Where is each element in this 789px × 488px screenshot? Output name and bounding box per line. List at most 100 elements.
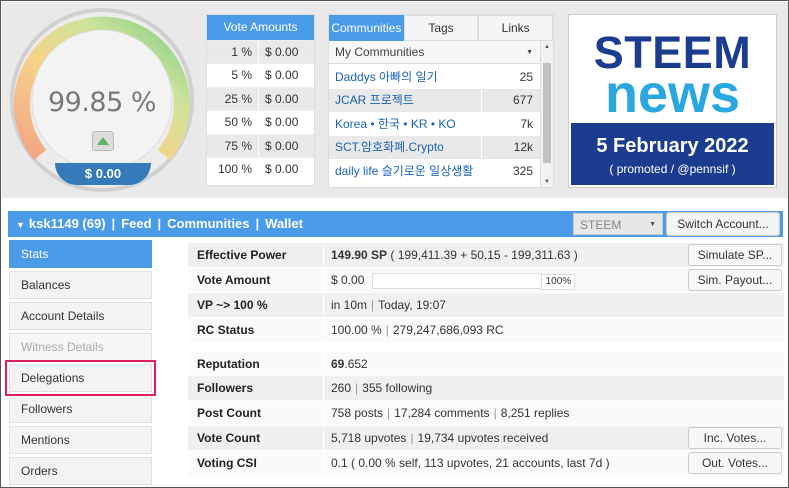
steem-news-banner[interactable]: STEEM news 5 February 2022 ( promoted / … [568,14,777,188]
stat-label: Followers [188,376,324,401]
communities-scrollbar[interactable]: ▲ ▼ [540,41,553,187]
communities-select-value: My Communities [335,45,425,59]
caret-down-icon[interactable]: ▼ [16,220,25,230]
stat-label: Vote Count [188,426,324,451]
simulate-sp-button[interactable]: Simulate SP... [688,244,782,266]
vote-pct: 50 % [207,111,259,134]
community-name[interactable]: Daddys 아빠의 일기 [329,66,481,88]
nav-wallet-link[interactable]: Wallet [265,216,303,231]
scrollbar-thumb[interactable] [543,63,551,163]
community-row[interactable]: JCAR 프로젝트 677 [329,89,541,113]
vote-usd: $ 0.00 [259,134,314,157]
vote-pct: 25 % [207,87,259,111]
stat-label: Reputation [188,351,324,376]
vote-usd: $ 0.00 [265,161,299,176]
vp-eta: in 10m [331,297,368,312]
stat-row-vote-count: Vote Count 5,718 upvotes | 19,734 upvotes … [188,426,784,452]
chain-select[interactable]: STEEM ▼ [573,213,663,235]
sidebar-item-followers[interactable]: Followers [9,395,152,423]
community-count: 325 [481,159,541,182]
communities-select[interactable]: My Communities ▼ [329,41,553,64]
community-row[interactable]: Daddys 아빠의 일기 25 [329,66,541,90]
stat-label: Vote Amount [188,267,324,292]
app-frame: 99.85 % $ 0.00 Vote Amounts 1 % $ 0.00 5 … [0,0,789,488]
community-count: 677 [481,89,541,112]
tab-communities[interactable]: Communities [329,15,404,41]
community-row[interactable]: SCT.암호화폐.Crypto 12k [329,136,541,160]
rc-amount: 279,247,686,093 RC [392,322,504,337]
followers-count[interactable]: 260 [331,381,351,395]
scroll-up-icon[interactable]: ▲ [541,44,553,50]
sidebar-item-stats[interactable]: Stats [9,240,152,268]
community-name[interactable]: daily life 슬기로운 일상생활 [329,160,481,182]
stat-label: RC Status [188,317,324,342]
community-count: 25 [481,66,541,89]
vote-amounts-panel: Vote Amounts 1 % $ 0.00 5 % $ 0.00 25 % $ 0… [206,14,315,186]
vote-usd: $ 0.00 [259,41,314,64]
community-name[interactable]: Korea • 한국 • KR • KO [329,113,481,135]
community-count: 7k [481,112,541,136]
stat-row-vote-amount: Vote Amount $ 0.00 100% Sim. Payout... [188,267,784,293]
vote-usd: $ 0.00 [265,68,299,83]
tab-links[interactable]: Links [478,15,554,41]
communities-tabs: Communities Tags Links [329,15,554,41]
community-row[interactable]: Korea • 한국 • KR • KO 7k [329,112,541,137]
vote-amount-row: 50 % $ 0.00 [207,110,314,134]
outgoing-votes-button[interactable]: Out. Votes... [688,452,782,475]
rc-percent: 100.00 % [331,322,382,337]
vote-usd: $ 0.00 [265,115,299,130]
stat-row-post-count: Post Count 758 posts | 17,284 comments | 8,2… [188,401,784,427]
tab-tags[interactable]: Tags [403,15,479,41]
community-count: 12k [481,136,541,159]
vp-time: Today, 19:07 [378,297,446,312]
value-separator: | [410,431,414,446]
vote-weight-slider[interactable]: 100% [372,272,576,290]
value-separator: | [493,406,497,421]
chevron-down-icon: ▼ [649,221,656,228]
account-name[interactable]: ksk1149 (69) [29,216,106,231]
upvotes-count: 5,718 upvotes [331,431,407,446]
stat-label: VP ~> 100 % [188,292,324,317]
nav-feed-link[interactable]: Feed [121,216,151,231]
stat-label: Effective Power [188,243,324,267]
news-info: 5 February 2022 ( promoted / @pennsif ) [571,123,774,185]
stat-row-voting-csi: Voting CSI 0.1 ( 0.00 % self, 113 upvote… [188,451,784,477]
effective-power-detail: ( 199,411.39 + 50.15 - 199,311.63 ) [390,248,578,262]
nav-separator: | [157,216,162,231]
sidebar-item-orders[interactable]: Orders [9,457,152,485]
incoming-votes-button[interactable]: Inc. Votes... [688,427,782,450]
stat-row-effective-power: Effective Power 149.90 SP ( 199,411.39 +… [188,243,784,268]
vote-amount-row: 75 % $ 0.00 [207,133,314,157]
nav-separator: | [255,216,260,231]
stat-row-rc: RC Status 100.00 % | 279,247,686,093 RC [188,317,784,343]
value-separator: | [387,406,391,421]
stat-row-followers: Followers 260 | 355 following [188,376,784,402]
sidebar-item-witness-details: Witness Details [9,333,152,361]
sidebar-item-mentions[interactable]: Mentions [9,426,152,454]
posts-count: 758 posts [331,406,384,421]
community-name[interactable]: SCT.암호화폐.Crypto [329,136,481,158]
voting-power-percent: 99.85 % [47,87,157,118]
effective-power-value: 149.90 SP [331,248,388,262]
vote-pct: 5 % [207,64,259,87]
sidebar-item-account-details[interactable]: Account Details [9,302,152,330]
vote-amounts-title: Vote Amounts [207,15,314,40]
vote-usd: $ 0.00 [259,87,314,111]
switch-account-button[interactable]: Switch Account... [666,212,780,236]
chevron-down-icon: ▼ [526,49,533,56]
scroll-down-icon[interactable]: ▼ [541,179,553,185]
sidebar-item-balances[interactable]: Balances [9,271,152,299]
vote-pct: 1 % [207,41,259,64]
community-name[interactable]: JCAR 프로젝트 [329,89,481,111]
community-row[interactable]: daily life 슬기로운 일상생활 325 [329,159,541,183]
steem-news-logo: STEEM news [571,17,774,123]
account-nav-bar: ▼ ksk1149 (69) | Feed | Communities | Wallet ST… [8,211,783,237]
following-count[interactable]: 355 following [362,381,432,395]
vote-amount-row: 25 % $ 0.00 [207,86,314,111]
section-gap [188,342,784,352]
sim-payout-button[interactable]: Sim. Payout... [688,268,782,291]
voting-csi-value: 0.1 ( 0.00 % self, 113 upvotes, 21 accou… [331,456,610,471]
sidebar-item-delegations[interactable]: Delegations [5,360,156,396]
nav-communities-link[interactable]: Communities [167,216,249,231]
gauge-up-button[interactable] [92,131,114,151]
